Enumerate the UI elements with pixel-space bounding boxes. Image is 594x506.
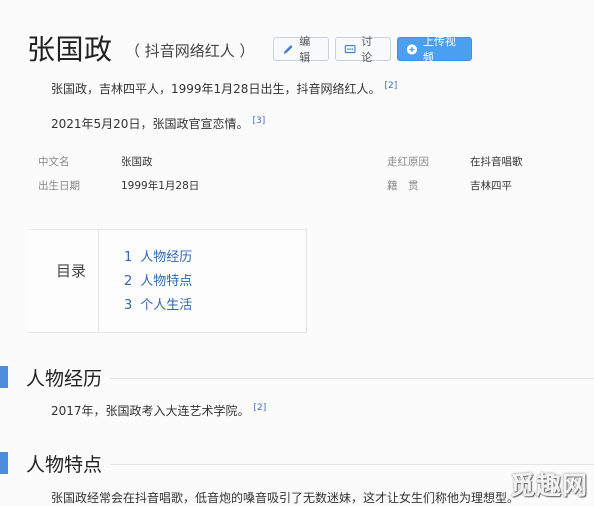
page-title: 张国政 [27, 33, 113, 66]
toc-item-number: 3 [124, 298, 133, 313]
edit-button[interactable]: 编辑 [273, 35, 329, 64]
edit-label: 编辑 [299, 35, 311, 64]
section-title: 人物经历 [26, 368, 103, 390]
intro-line-2: 2021年5月20日，张国政官宣恋情。 [3] [51, 115, 265, 132]
toc-item[interactable]: 2 人物特点 [124, 270, 192, 289]
section-divider [110, 378, 594, 379]
ref-link[interactable]: [2] [384, 81, 397, 91]
toc-item-label: 人物特点 [140, 274, 193, 289]
toc-item-label: 人物经历 [140, 250, 193, 265]
section-header: 人物经历 [0, 366, 594, 390]
upload-label: 上传视频 [422, 35, 456, 64]
toc-divider [98, 230, 99, 332]
info-label: 籍 贯 [387, 179, 419, 192]
intro-text-1: 张国政，吉林四平人，1999年1月28日出生，抖音网络红人。 [51, 82, 381, 96]
info-label: 出生日期 [38, 179, 80, 192]
info-value: 在抖音唱歌 [470, 155, 523, 168]
discuss-button[interactable]: 讨论 [335, 35, 391, 64]
discuss-label: 讨论 [361, 35, 373, 64]
toc-item-label: 个人生活 [140, 298, 193, 313]
comment-icon [344, 44, 356, 53]
toc-item[interactable]: 3 个人生活 [124, 294, 192, 313]
table-of-contents: 目录 1 人物经历 2 人物特点 3 个人生活 [28, 229, 307, 333]
toc-item[interactable]: 1 人物经历 [124, 246, 192, 265]
section-divider [110, 464, 594, 465]
section-paragraph: 2017年，张国政考入大连艺术学院。 [2] [51, 402, 266, 419]
info-row: 中文名 张国政 走红原因 在抖音唱歌 [28, 150, 584, 172]
info-value: 1999年1月28日 [121, 179, 200, 192]
page-subtitle: （ 抖音网络红人 ） [125, 42, 255, 60]
infobox: 中文名 张国政 走红原因 在抖音唱歌 出生日期 1999年1月28日 籍 贯 吉… [28, 150, 584, 198]
section-header: 人物特点 [0, 452, 594, 476]
info-value: 吉林四平 [470, 179, 512, 192]
intro-text-2: 2021年5月20日，张国政官宣恋情。 [51, 117, 249, 131]
toc-item-number: 2 [124, 274, 133, 289]
section-marker [0, 366, 8, 388]
toc-item-number: 1 [124, 250, 133, 265]
section-text: 2017年，张国政考入大连艺术学院。 [51, 404, 250, 418]
section-title: 人物特点 [26, 454, 103, 476]
section-marker [0, 452, 8, 474]
toc-title: 目录 [56, 262, 87, 280]
watermark-logo: 觅趣网 [509, 471, 588, 500]
info-label: 中文名 [38, 155, 70, 168]
info-value: 张国政 [121, 155, 153, 168]
plus-circle-icon [406, 43, 418, 55]
section-text: 张国政经常会在抖音唱歌，低音炮的嗓音吸引了无数迷妹，这才让女生们称他为理想型。 [51, 491, 520, 505]
intro-line-1: 张国政，吉林四平人，1999年1月28日出生，抖音网络红人。 [2] [51, 80, 397, 97]
info-label: 走红原因 [387, 155, 429, 168]
ref-link[interactable]: [2] [254, 403, 267, 413]
upload-video-button[interactable]: 上传视频 [397, 35, 472, 64]
ref-link[interactable]: [3] [252, 116, 265, 126]
section-paragraph: 张国政经常会在抖音唱歌，低音炮的嗓音吸引了无数迷妹，这才让女生们称他为理想型。 [51, 489, 519, 506]
info-row: 出生日期 1999年1月28日 籍 贯 吉林四平 [28, 174, 584, 196]
pencil-icon [283, 44, 293, 54]
